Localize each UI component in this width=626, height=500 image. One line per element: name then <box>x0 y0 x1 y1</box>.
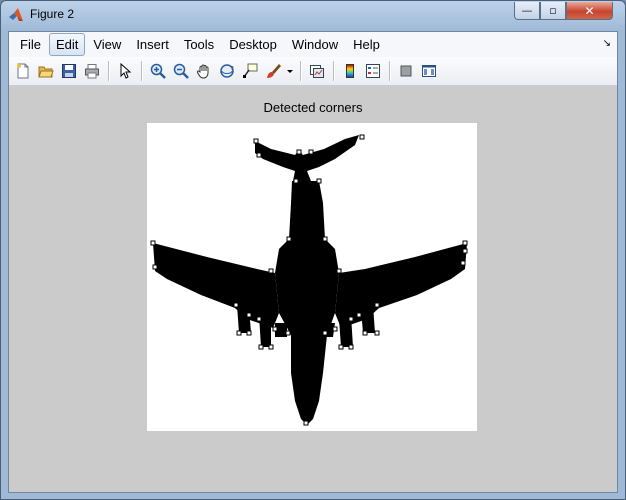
menu-view[interactable]: View <box>86 33 128 56</box>
figure-toolbar <box>9 57 617 86</box>
menu-desktop[interactable]: Desktop <box>222 33 284 56</box>
toolbar-separator <box>300 61 302 81</box>
image-axes[interactable] <box>147 123 477 431</box>
zoom-in-icon[interactable] <box>147 60 169 82</box>
link-plot-icon[interactable] <box>306 60 328 82</box>
data-cursor-icon[interactable] <box>239 60 261 82</box>
close-icon: ✕ <box>584 3 595 18</box>
brush-icon[interactable] <box>262 60 284 82</box>
menu-help[interactable]: Help <box>346 33 387 56</box>
menu-edit[interactable]: Edit <box>48 33 86 56</box>
figure-canvas: Detected corners <box>9 86 617 492</box>
menu-tools[interactable]: Tools <box>177 33 221 56</box>
hide-plot-tools-icon[interactable] <box>395 60 417 82</box>
dock-figure-icon[interactable]: ↘ <box>603 38 611 49</box>
insert-colorbar-icon[interactable] <box>339 60 361 82</box>
close-button[interactable]: ✕ <box>566 2 613 20</box>
open-file-icon[interactable] <box>35 60 57 82</box>
window-title: Figure 2 <box>30 7 75 21</box>
menu-bar: File Edit View Insert Tools Desktop Wind… <box>9 32 617 58</box>
maximize-icon: ▫ <box>549 4 557 17</box>
menu-file[interactable]: File <box>13 33 48 56</box>
corner-detection-image <box>150 134 468 426</box>
menu-insert[interactable]: Insert <box>129 33 176 56</box>
zoom-out-icon[interactable] <box>170 60 192 82</box>
figure-window: Figure 2 — ▫ ✕ File Edit View Insert Too… <box>0 0 626 500</box>
toolbar-separator <box>389 61 391 81</box>
show-plot-tools-icon[interactable] <box>418 60 440 82</box>
minimize-icon: — <box>521 4 533 17</box>
brush-dropdown-icon[interactable] <box>285 60 295 82</box>
menu-window[interactable]: Window <box>285 33 345 56</box>
toolbar-separator <box>333 61 335 81</box>
minimize-button[interactable]: — <box>514 2 540 20</box>
save-figure-icon[interactable] <box>58 60 80 82</box>
airplane-silhouette <box>153 135 467 425</box>
toolbar-separator <box>108 61 110 81</box>
edit-plot-icon[interactable] <box>114 60 136 82</box>
rotate-3d-icon[interactable] <box>216 60 238 82</box>
figure-client-area: File Edit View Insert Tools Desktop Wind… <box>8 31 618 493</box>
matlab-logo-icon <box>9 8 23 21</box>
new-figure-icon[interactable] <box>12 60 34 82</box>
insert-legend-icon[interactable] <box>362 60 384 82</box>
toolbar-separator <box>141 61 143 81</box>
maximize-button[interactable]: ▫ <box>540 2 566 20</box>
print-figure-icon[interactable] <box>81 60 103 82</box>
pan-icon[interactable] <box>193 60 215 82</box>
axes-title: Detected corners <box>263 100 363 115</box>
title-bar[interactable]: Figure 2 — ▫ ✕ <box>1 1 625 31</box>
